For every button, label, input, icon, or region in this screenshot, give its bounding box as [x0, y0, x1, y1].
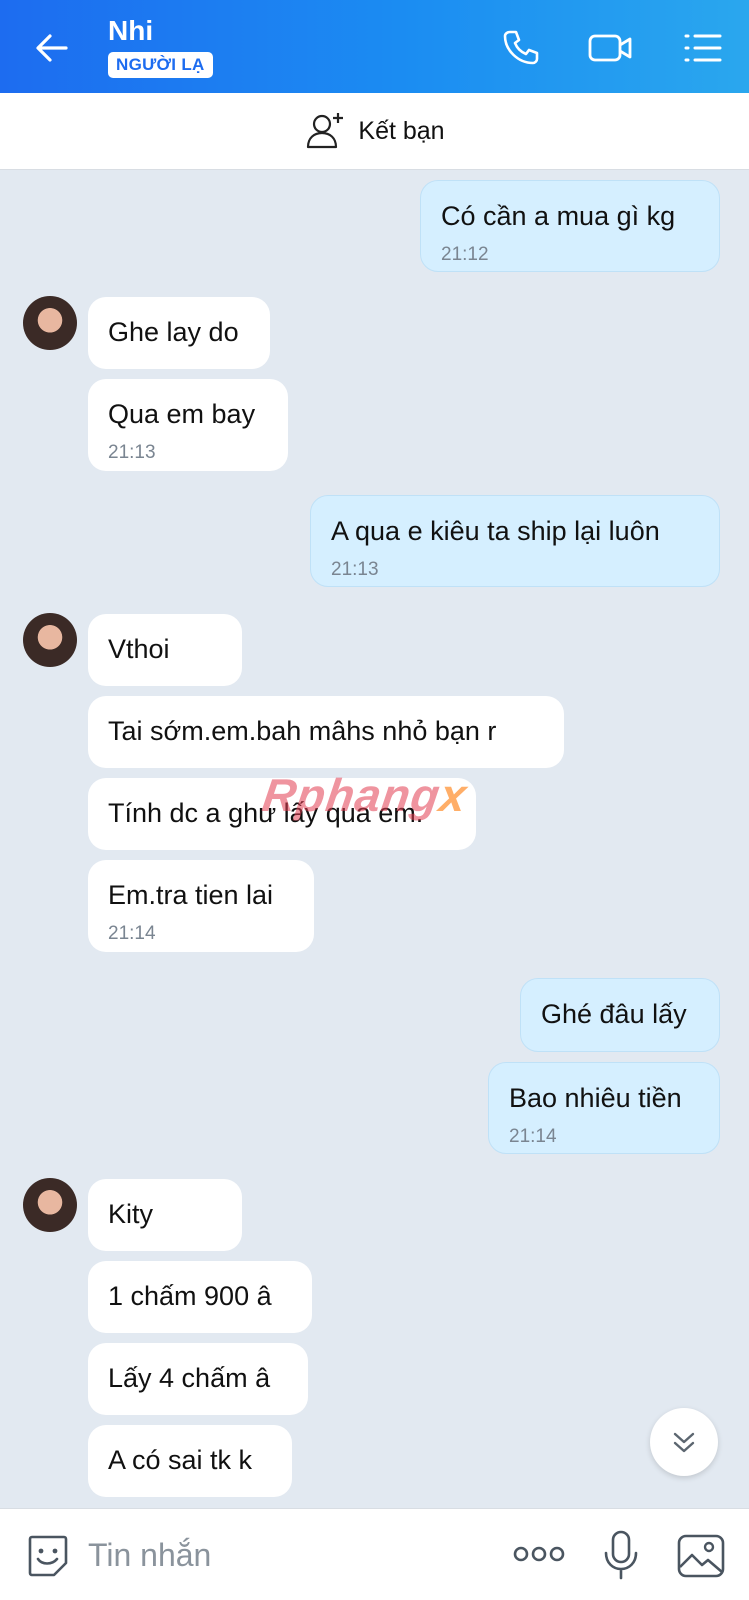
scroll-to-bottom-button[interactable] — [650, 1408, 718, 1476]
composer-bar — [0, 1508, 749, 1600]
message-text: Tai sớm.em.bah mâhs nhỏ bạn r — [108, 716, 497, 746]
watermark-main: Rphang — [259, 769, 444, 821]
message-time: 21:13 — [108, 442, 156, 463]
microphone-icon[interactable] — [600, 1529, 642, 1581]
message-text: Bao nhiêu tiền — [509, 1083, 682, 1113]
add-user-icon — [307, 113, 344, 149]
contact-info[interactable]: Nhi NGƯỜI LẠ — [108, 14, 213, 78]
message-text: A có sai tk k — [108, 1445, 253, 1475]
video-call-icon[interactable] — [586, 24, 634, 72]
message-text: Ghé đâu lấy — [541, 999, 687, 1029]
phone-icon[interactable] — [496, 24, 544, 72]
outgoing-message[interactable]: Có cần a mua gì kg 21:12 — [420, 180, 720, 272]
double-chevron-down-icon — [673, 1432, 695, 1453]
incoming-message[interactable]: Em.tra tien lai 21:14 — [88, 860, 314, 952]
message-text: Có cần a mua gì kg — [441, 201, 676, 231]
incoming-message[interactable]: Tai sớm.em.bah mâhs nhỏ bạn r — [88, 696, 564, 768]
sticker-icon[interactable] — [24, 1531, 72, 1579]
add-friend-label: Kết bạn — [358, 116, 445, 145]
message-text: 1 chấm 900 â — [108, 1281, 272, 1311]
incoming-message[interactable]: Kity — [88, 1179, 242, 1251]
incoming-message[interactable]: 1 chấm 900 â — [88, 1261, 312, 1333]
message-time: 21:13 — [331, 559, 379, 580]
avatar[interactable] — [23, 613, 77, 667]
incoming-message[interactable]: Qua em bay 21:13 — [88, 379, 288, 471]
avatar[interactable] — [23, 296, 77, 350]
message-time: 21:14 — [509, 1126, 557, 1147]
message-text: Em.tra tien lai — [108, 880, 274, 910]
outgoing-message[interactable]: Bao nhiêu tiền 21:14 — [488, 1062, 720, 1154]
avatar[interactable] — [23, 1178, 77, 1232]
outgoing-message[interactable]: A qua e kiêu ta ship lại luôn 21:13 — [310, 495, 720, 587]
chat-header: Nhi NGƯỜI LẠ — [0, 0, 749, 93]
message-text: Vthoi — [108, 634, 170, 664]
stranger-badge: NGƯỜI LẠ — [108, 52, 213, 78]
more-icon[interactable] — [512, 1539, 566, 1569]
incoming-message[interactable]: Lấy 4 chấm â — [88, 1343, 308, 1415]
incoming-message[interactable]: Vthoi — [88, 614, 242, 686]
outgoing-message[interactable]: Ghé đâu lấy — [520, 978, 720, 1052]
message-text: Kity — [108, 1199, 154, 1229]
watermark: Rphangx — [259, 768, 470, 822]
incoming-message[interactable]: Ghe lay do — [88, 297, 270, 369]
gallery-icon[interactable] — [676, 1533, 726, 1579]
message-time: 21:12 — [441, 244, 489, 265]
add-friend-bar[interactable]: Kết bạn — [0, 93, 749, 170]
menu-list-icon[interactable] — [680, 24, 728, 72]
incoming-message[interactable]: A có sai tk k — [88, 1425, 292, 1497]
back-arrow-icon[interactable] — [30, 26, 74, 70]
message-text: Lấy 4 chấm â — [108, 1363, 271, 1393]
message-text: A qua e kiêu ta ship lại luôn — [331, 516, 660, 546]
message-time: 21:14 — [108, 923, 156, 944]
message-list[interactable]: Có cần a mua gì kg 21:12 Ghe lay do Qua … — [0, 170, 749, 1508]
contact-name: Nhi — [108, 15, 154, 46]
message-text: Qua em bay — [108, 399, 256, 429]
message-input[interactable] — [88, 1533, 488, 1577]
message-text: Ghe lay do — [108, 317, 239, 347]
